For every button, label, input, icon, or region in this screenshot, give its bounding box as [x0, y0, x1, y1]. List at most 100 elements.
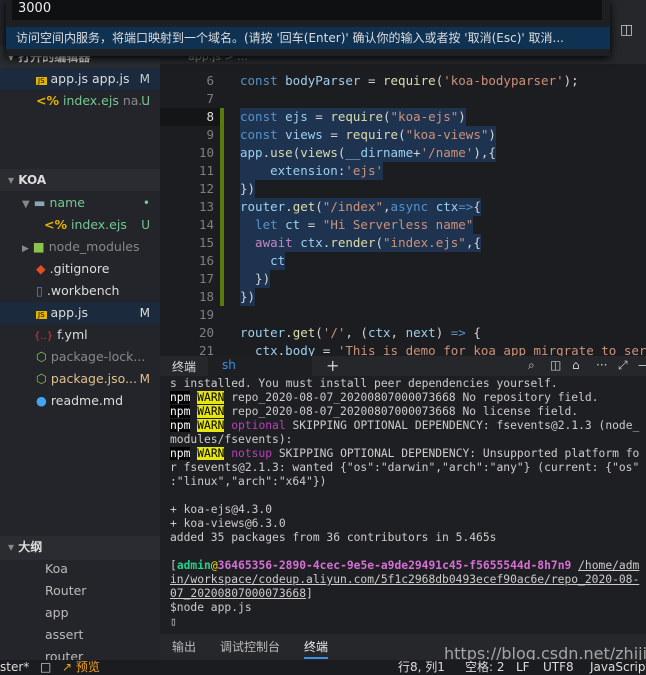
open-editor-app-js[interactable]: JS app.js app.js M	[0, 68, 160, 90]
outline-item[interactable]: app	[0, 602, 160, 624]
tab-sh[interactable]: sh	[208, 356, 312, 376]
code-line[interactable]: })	[240, 270, 271, 288]
code-line[interactable]: })	[240, 180, 256, 198]
terminal-text: in/workspace/codeup.aliyun.com/5f1c2968d…	[170, 573, 640, 586]
encoding[interactable]: UTF8	[543, 660, 574, 675]
code-line[interactable]: app.use(views(__dirname+'/name'),{	[240, 144, 496, 162]
eol[interactable]: LF	[516, 660, 530, 675]
tab-output[interactable]: 输出	[172, 638, 196, 655]
code-token: "koa-views"	[405, 127, 489, 142]
nodejs-icon: ⬡	[36, 349, 47, 364]
code-line[interactable]: await ctx.render("index.ejs",{	[240, 234, 481, 252]
project-header[interactable]: ▾ KOA	[0, 169, 160, 191]
language-mode[interactable]: JavaScript	[590, 660, 646, 675]
code-token: use	[270, 145, 293, 160]
quick-input-message[interactable]: 访问空间内服务，将端口映射到一个域名。(请按 '回车(Enter)' 确认你的输…	[6, 27, 610, 49]
outline-item[interactable]: router	[0, 646, 160, 660]
terminal-text: /home/adm	[578, 559, 640, 572]
line-number: 6	[206, 73, 214, 88]
code-token: app	[240, 145, 263, 160]
tab-debug-console[interactable]: 调试控制台	[220, 638, 280, 655]
maximize-icon[interactable]: ⤢	[618, 358, 628, 373]
code-token: "index.ejs"	[383, 235, 466, 250]
file-readme[interactable]: ● readme.md	[0, 390, 160, 412]
terminal-text: npm	[170, 419, 191, 432]
terminal-text: repo_2020-08-07_20200807000073668 No lic…	[224, 405, 579, 418]
branch-status[interactable]: ster*	[0, 660, 29, 675]
code-token: ctx	[240, 343, 278, 356]
code-token: =>	[458, 199, 474, 214]
code-line[interactable]: extension:'ejs'	[240, 162, 384, 180]
code-token: const	[240, 127, 286, 142]
file-package-lock[interactable]: ⬡ package-lock...	[0, 346, 160, 368]
split-terminal-icon[interactable]: ◫	[550, 358, 561, 372]
code-line[interactable]: let ct = "Hi Serverless name"	[240, 216, 474, 234]
terminal-line: s installed. You must install peer depen…	[170, 377, 558, 391]
code-token: await	[240, 235, 301, 250]
code-line[interactable]: ct	[240, 252, 286, 270]
code-token: .	[262, 145, 271, 160]
code-token: )	[488, 127, 496, 142]
code-line[interactable]: const bodyParser = require('koa-bodypars…	[240, 72, 579, 90]
code-token: =	[322, 127, 346, 142]
file-f-yml[interactable]: {..} f.yml	[0, 324, 160, 346]
code-token: ct	[240, 253, 286, 268]
minimize-icon[interactable]: —	[638, 358, 646, 372]
code-token: =	[360, 73, 383, 88]
new-terminal-button[interactable]: +	[326, 356, 339, 375]
code-line[interactable]: })	[240, 288, 256, 306]
terminal-text: WARN	[197, 391, 225, 404]
tab-terminal[interactable]: 终端	[304, 638, 329, 659]
file-gitignore[interactable]: ◆ .gitignore	[0, 258, 160, 280]
code-line[interactable]: ctx.body = 'This is demo for koa app mir…	[240, 342, 646, 356]
code-token: +	[413, 145, 421, 160]
terminal-text: s installed. You must install peer depen…	[170, 377, 558, 390]
split-editor-icon[interactable]: ◫	[620, 22, 633, 38]
terminal-text: modules/fsevents):	[170, 433, 293, 446]
code-token: ctx	[367, 325, 391, 340]
folder-name[interactable]: ▼ ▬ name •	[0, 192, 160, 214]
code-line[interactable]: router.get("/index",async ctx=>{	[240, 198, 481, 216]
terminal-line: 07_20200807000073668]	[170, 587, 313, 601]
code-token: router	[240, 325, 286, 340]
code-line[interactable]: router.get('/', (ctx, next) => {	[240, 324, 481, 342]
code-line[interactable]: const ejs = require("koa-ejs")	[240, 108, 466, 126]
preview-button[interactable]: ↗ 预览	[62, 660, 100, 675]
terminal-text: npm	[170, 405, 191, 418]
terminal-text: SKIPPING OPTIONAL DEPENDENCY: Unsupporte…	[272, 447, 640, 460]
git-icon: ◆	[36, 261, 46, 276]
terminal-line: added 35 packages from 36 contributors i…	[170, 531, 496, 545]
file-icon: ▯	[36, 283, 43, 298]
kill-terminal-icon[interactable]: ⌂	[572, 358, 580, 372]
indentation[interactable]: 空格: 2	[465, 660, 505, 675]
terminal-panel[interactable]: 终端 sh + ⌕ ◫ ⌂ ··· ⤢ — s installed. You m…	[160, 356, 646, 660]
port-input[interactable]: 3000	[12, 0, 602, 20]
search-icon[interactable]: ⌕	[528, 358, 535, 373]
outline-item[interactable]: assert	[0, 624, 160, 646]
line-number: 11	[198, 163, 214, 178]
code-token: __dirname	[345, 145, 414, 160]
open-editor-index-ejs[interactable]: <% index.ejs na... U	[0, 90, 160, 112]
file-app-js[interactable]: JS app.js M	[0, 302, 160, 324]
file-package-json[interactable]: ⬡ package.jso... M	[0, 368, 160, 390]
code-token: .	[285, 199, 293, 214]
folder-node-modules[interactable]: ▶ ■ node_modules	[0, 236, 160, 258]
code-line[interactable]: const views = require("koa-views")	[240, 126, 496, 144]
outline-item[interactable]: Router	[0, 580, 160, 602]
terminal-text: + koa-views@6.3.0	[170, 517, 286, 530]
watermark: https://blog.csdn.net/zhijiex	[444, 644, 646, 660]
more-icon[interactable]: ···	[596, 358, 607, 372]
line-number: 17	[198, 271, 214, 286]
outline-header[interactable]: ▾ 大纲	[0, 536, 160, 560]
code-token: require	[330, 109, 383, 124]
outline-item[interactable]: Koa	[0, 558, 160, 580]
terminal-header: 终端 sh + ⌕ ◫ ⌂ ··· ⤢ —	[160, 356, 646, 376]
cursor-position[interactable]: 行8, 列1	[398, 660, 445, 675]
info-icon: ●	[36, 393, 47, 408]
sync-icon[interactable]: □	[40, 660, 51, 675]
code-token: (	[315, 199, 323, 214]
code-token: (	[398, 127, 406, 142]
file-workbench[interactable]: ▯ .workbench	[0, 280, 160, 302]
file-index-ejs[interactable]: <% index.ejs U	[0, 214, 160, 236]
terminal-line: + koa-ejs@4.3.0	[170, 503, 272, 517]
